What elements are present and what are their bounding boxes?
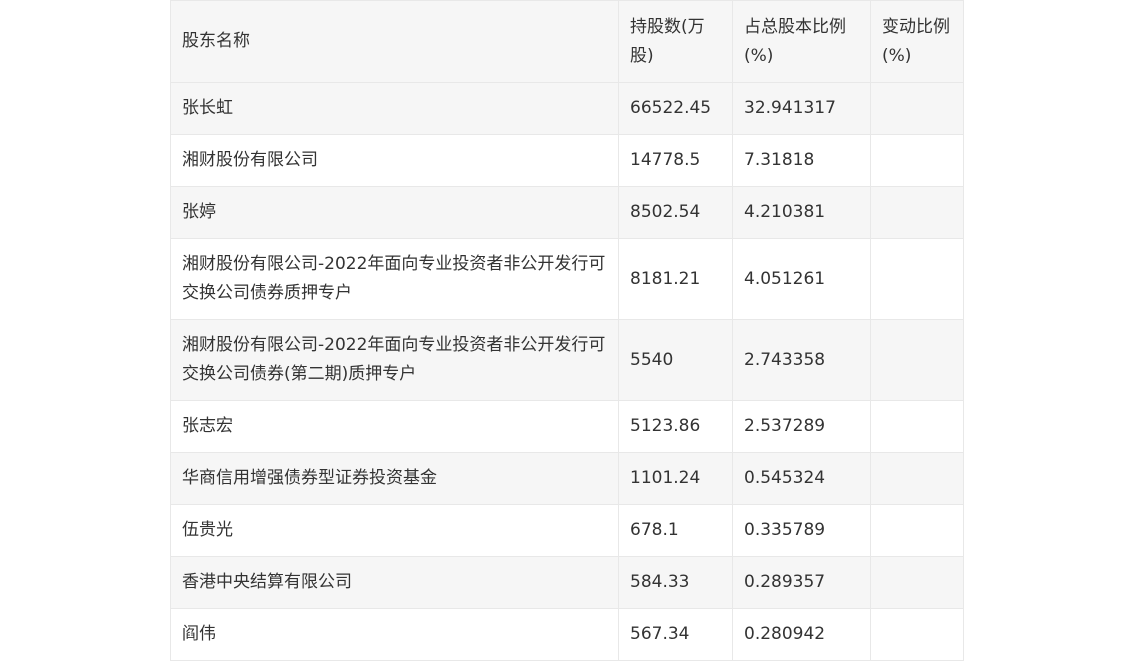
- holder-shares: 8502.54: [618, 186, 733, 239]
- holder-change: [870, 134, 964, 187]
- holder-ratio: 32.941317: [732, 82, 871, 135]
- holder-name: 阎伟: [170, 608, 619, 661]
- holder-shares: 8181.21: [618, 238, 733, 320]
- shareholders-table: 股东名称 持股数(万股) 占总股本比例(%) 变动比例(%) 张长虹 66522…: [170, 0, 964, 661]
- table-row: 张婷 8502.54 4.210381: [170, 186, 964, 239]
- holder-ratio: 0.289357: [732, 556, 871, 609]
- holder-shares: 1101.24: [618, 452, 733, 505]
- holder-change: [870, 452, 964, 505]
- holder-name: 张婷: [170, 186, 619, 239]
- header-change: 变动比例(%): [870, 0, 964, 83]
- holder-ratio: 2.537289: [732, 400, 871, 453]
- holder-shares: 584.33: [618, 556, 733, 609]
- holder-change: [870, 556, 964, 609]
- holder-shares: 678.1: [618, 504, 733, 557]
- holder-shares: 5540: [618, 319, 733, 401]
- holder-ratio: 0.280942: [732, 608, 871, 661]
- table-header: 股东名称 持股数(万股) 占总股本比例(%) 变动比例(%): [170, 0, 964, 83]
- holder-name: 湘财股份有限公司-2022年面向专业投资者非公开发行可交换公司债券(第二期)质押…: [170, 319, 619, 401]
- table-row: 湘财股份有限公司-2022年面向专业投资者非公开发行可交换公司债券(第二期)质押…: [170, 319, 964, 401]
- table-row: 伍贵光 678.1 0.335789: [170, 504, 964, 557]
- holder-name: 伍贵光: [170, 504, 619, 557]
- holder-change: [870, 504, 964, 557]
- table-row: 湘财股份有限公司 14778.5 7.31818: [170, 134, 964, 187]
- holder-change: [870, 400, 964, 453]
- table-row: 华商信用增强债券型证券投资基金 1101.24 0.545324: [170, 452, 964, 505]
- holder-change: [870, 238, 964, 320]
- holder-ratio: 2.743358: [732, 319, 871, 401]
- holder-shares: 14778.5: [618, 134, 733, 187]
- holder-change: [870, 319, 964, 401]
- header-shares: 持股数(万股): [618, 0, 733, 83]
- table-row: 张长虹 66522.45 32.941317: [170, 82, 964, 135]
- holder-ratio: 4.210381: [732, 186, 871, 239]
- holder-name: 张志宏: [170, 400, 619, 453]
- holder-change: [870, 186, 964, 239]
- holder-shares: 567.34: [618, 608, 733, 661]
- holder-name: 香港中央结算有限公司: [170, 556, 619, 609]
- table-body: 张长虹 66522.45 32.941317 湘财股份有限公司 14778.5 …: [170, 82, 964, 661]
- holder-ratio: 4.051261: [732, 238, 871, 320]
- holder-shares: 5123.86: [618, 400, 733, 453]
- table-row: 张志宏 5123.86 2.537289: [170, 400, 964, 453]
- holder-ratio: 0.545324: [732, 452, 871, 505]
- holder-name: 华商信用增强债券型证券投资基金: [170, 452, 619, 505]
- holder-ratio: 0.335789: [732, 504, 871, 557]
- holder-change: [870, 82, 964, 135]
- table-row: 香港中央结算有限公司 584.33 0.289357: [170, 556, 964, 609]
- holder-name: 张长虹: [170, 82, 619, 135]
- holder-name: 湘财股份有限公司: [170, 134, 619, 187]
- holder-name: 湘财股份有限公司-2022年面向专业投资者非公开发行可交换公司债券质押专户: [170, 238, 619, 320]
- header-ratio: 占总股本比例(%): [732, 0, 871, 83]
- holder-shares: 66522.45: [618, 82, 733, 135]
- header-holder-name: 股东名称: [170, 0, 619, 83]
- table-row: 阎伟 567.34 0.280942: [170, 608, 964, 661]
- header-row: 股东名称 持股数(万股) 占总股本比例(%) 变动比例(%): [170, 0, 964, 83]
- holder-change: [870, 608, 964, 661]
- table-row: 湘财股份有限公司-2022年面向专业投资者非公开发行可交换公司债券质押专户 81…: [170, 238, 964, 320]
- holder-ratio: 7.31818: [732, 134, 871, 187]
